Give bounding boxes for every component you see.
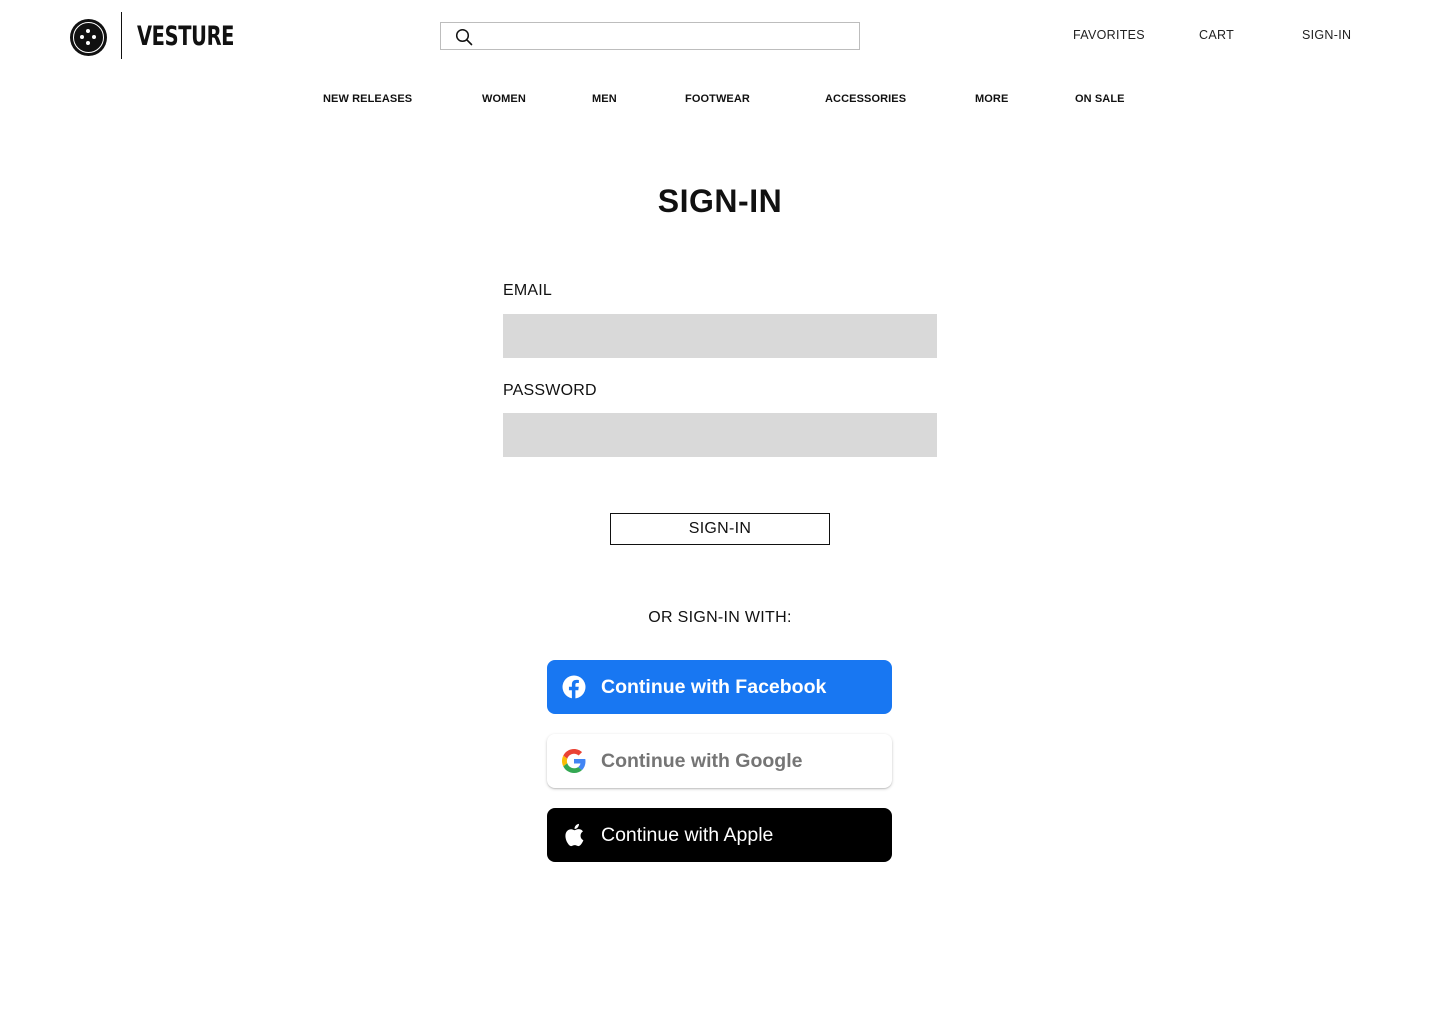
nav-item-accessories[interactable]: ACCESSORIES [825,93,906,105]
logo-dot [92,35,96,39]
nav-item-women[interactable]: WOMEN [482,93,526,105]
nav-item-new-releases[interactable]: NEW RELEASES [323,93,412,105]
search-bar[interactable] [440,22,860,50]
facebook-icon [562,675,586,699]
password-field[interactable] [503,413,937,457]
continue-with-facebook-button[interactable]: Continue with Facebook [547,660,892,714]
logo-ring [73,22,104,53]
search-input[interactable] [481,25,851,47]
logo-dot [86,29,90,33]
apple-icon [562,823,586,847]
nav-item-on-sale[interactable]: ON SALE [1075,93,1125,105]
brand-name[interactable]: VESTURE [137,20,234,54]
sign-in-link[interactable]: SIGN-IN [1302,28,1351,42]
logo-dot [80,35,84,39]
logo-mark-icon[interactable] [70,19,107,56]
continue-with-apple-button[interactable]: Continue with Apple [547,808,892,862]
nav-item-footwear[interactable]: FOOTWEAR [685,93,750,105]
email-label: EMAIL [503,282,553,299]
nav-item-men[interactable]: MEN [592,93,617,105]
nav-item-more[interactable]: MORE [975,93,1008,105]
logo-dot [86,41,90,45]
favorites-link[interactable]: FAVORITES [1073,28,1145,42]
facebook-button-label: Continue with Facebook [601,675,827,698]
cart-link[interactable]: CART [1199,28,1234,42]
google-icon [562,749,586,773]
apple-button-label: Continue with Apple [601,823,774,846]
sign-in-button[interactable]: SIGN-IN [610,513,830,545]
google-button-label: Continue with Google [601,749,803,772]
password-label: PASSWORD [503,382,597,399]
logo-divider [121,12,122,59]
or-sign-in-with-text: OR SIGN-IN WITH: [648,609,792,626]
search-icon[interactable] [455,28,473,46]
continue-with-google-button[interactable]: Continue with Google [547,734,892,788]
email-field[interactable] [503,314,937,358]
page-title: SIGN-IN [657,183,783,219]
